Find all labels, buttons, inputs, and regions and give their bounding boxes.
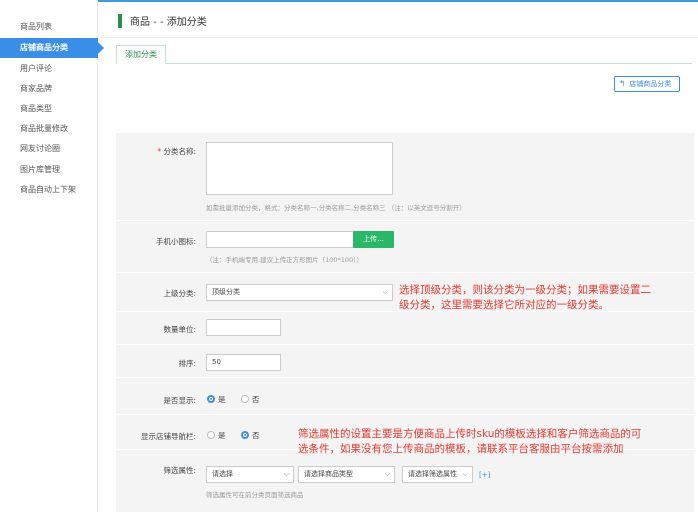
row-divider xyxy=(116,414,694,415)
show-in-nav-no-radio[interactable] xyxy=(241,431,249,439)
page-title: 商品 - - 添加分类 xyxy=(130,17,207,28)
back-to-category-button[interactable]: ↰ 店铺商品分类 xyxy=(614,76,680,92)
sort-label: 排序: xyxy=(178,359,196,368)
sidebar-item-product-types[interactable]: 商品类型 xyxy=(0,99,98,119)
sort-input[interactable]: 50 xyxy=(206,354,281,371)
is-show-no-label: 否 xyxy=(252,395,260,404)
filter-select-2-value: 请选择商品类型 xyxy=(304,470,353,478)
sidebar-item-store-category[interactable]: 店铺商品分类 xyxy=(0,38,104,58)
mobile-icon-file-input[interactable] xyxy=(206,231,354,248)
show-in-nav-yes-radio[interactable] xyxy=(207,431,215,439)
add-filter-link[interactable]: [+] xyxy=(479,471,490,479)
chevron-down-icon: ⌵ xyxy=(382,288,388,296)
is-show-no-radio[interactable] xyxy=(241,395,249,403)
row-divider xyxy=(116,344,694,345)
filter-attr-label: 筛选属性: xyxy=(163,466,196,475)
annotation-line: 级分类，这里需要选择它所对应的一级分类。 xyxy=(399,299,609,311)
row-divider xyxy=(116,272,694,273)
unit-label: 数量单位: xyxy=(163,325,196,334)
show-in-nav-yes-label: 是 xyxy=(218,431,226,440)
top-accent-line xyxy=(0,0,698,2)
filter-select-2[interactable]: 请选择商品类型 ⌵ xyxy=(298,466,395,483)
sidebar-item-auto-shelf[interactable]: 商品自动上下架 xyxy=(0,180,98,200)
unit-input[interactable] xyxy=(206,319,281,336)
filter-select-1-value: 请选择 xyxy=(212,470,233,478)
required-mark: * xyxy=(157,147,162,156)
sidebar-item-batch-edit[interactable]: 商品批量修改 xyxy=(0,119,98,139)
sidebar-item-user-reviews[interactable]: 用户评论 xyxy=(0,59,98,79)
back-arrow-icon: ↰ xyxy=(619,79,626,88)
mobile-icon-hint: （注：手机端专用,建议上传正方形图片（100*100）） xyxy=(206,256,363,264)
sidebar-item-image-library[interactable]: 图片库管理 xyxy=(0,160,98,180)
tab-add-category[interactable]: 添加分类 xyxy=(116,45,166,64)
filter-select-1[interactable]: 请选择 ⌵ xyxy=(206,466,294,483)
is-show-yes-label: 是 xyxy=(218,395,226,404)
upload-button[interactable]: 上传... xyxy=(353,231,394,248)
parent-category-value: 顶级分类 xyxy=(212,288,240,296)
chevron-down-icon: ⌵ xyxy=(384,470,390,478)
category-name-label-text: 分类名称: xyxy=(163,147,196,156)
category-name-label: * 分类名称: xyxy=(116,146,196,157)
parent-category-select[interactable]: 顶级分类 ⌵ xyxy=(206,284,393,301)
annotation-line: 选择顶级分类，则该分类为一级分类；如果需要设置二 xyxy=(399,284,651,296)
show-in-nav-label: 显示店铺导航栏: xyxy=(140,432,196,441)
category-name-hint: 如需批量添加分类，格式：分类名称一,分类名称二,分类名称三 （注：以英文逗号分割… xyxy=(206,204,466,212)
chevron-down-icon: ⌵ xyxy=(462,470,468,478)
parent-category-label: 上级分类: xyxy=(163,289,196,298)
sidebar-item-discussion[interactable]: 网友讨论圈 xyxy=(0,139,98,159)
row-divider xyxy=(116,377,694,378)
header-divider xyxy=(102,37,698,38)
annotation-line: 选条件，如果没有您上传商品的模板，请联系平台客服由平台按需添加 xyxy=(298,443,624,455)
filter-select-3[interactable]: 请选择筛选属性 ⌵ xyxy=(402,466,473,483)
is-show-label: 是否显示: xyxy=(163,396,196,405)
chevron-down-icon: ⌵ xyxy=(283,470,289,478)
sidebar: 商品列表 店铺商品分类 用户评论 商家品牌 商品类型 商品批量修改 网友讨论圈 … xyxy=(0,0,104,512)
is-show-yes-radio[interactable] xyxy=(207,395,215,403)
filter-attr-hint: 筛选属性可在前分类页面筛选商品 xyxy=(206,491,304,499)
annotation-line: 筛选属性的设置主要是方便商品上传时sku的模板选择和客户筛选商品的可 xyxy=(298,428,642,440)
row-divider xyxy=(116,220,694,221)
show-in-nav-no-label: 否 xyxy=(252,431,260,440)
parent-category-annotation: 选择顶级分类，则该分类为一级分类；如果需要设置二 级分类，这里需要选择它所对应的… xyxy=(399,283,651,313)
category-name-textarea[interactable] xyxy=(206,142,393,195)
filter-select-3-value: 请选择筛选属性 xyxy=(408,470,457,478)
tab-underline xyxy=(116,63,692,64)
filter-attr-annotation: 筛选属性的设置主要是方便商品上传时sku的模板选择和客户筛选商品的可 选条件，如… xyxy=(298,427,641,457)
sidebar-item-product-list[interactable]: 商品列表 xyxy=(0,17,98,37)
sidebar-item-brands[interactable]: 商家品牌 xyxy=(0,79,98,99)
mobile-icon-label: 手机小图标: xyxy=(155,237,196,246)
title-accent-bar xyxy=(118,14,122,28)
back-button-label: 店铺商品分类 xyxy=(629,80,672,88)
